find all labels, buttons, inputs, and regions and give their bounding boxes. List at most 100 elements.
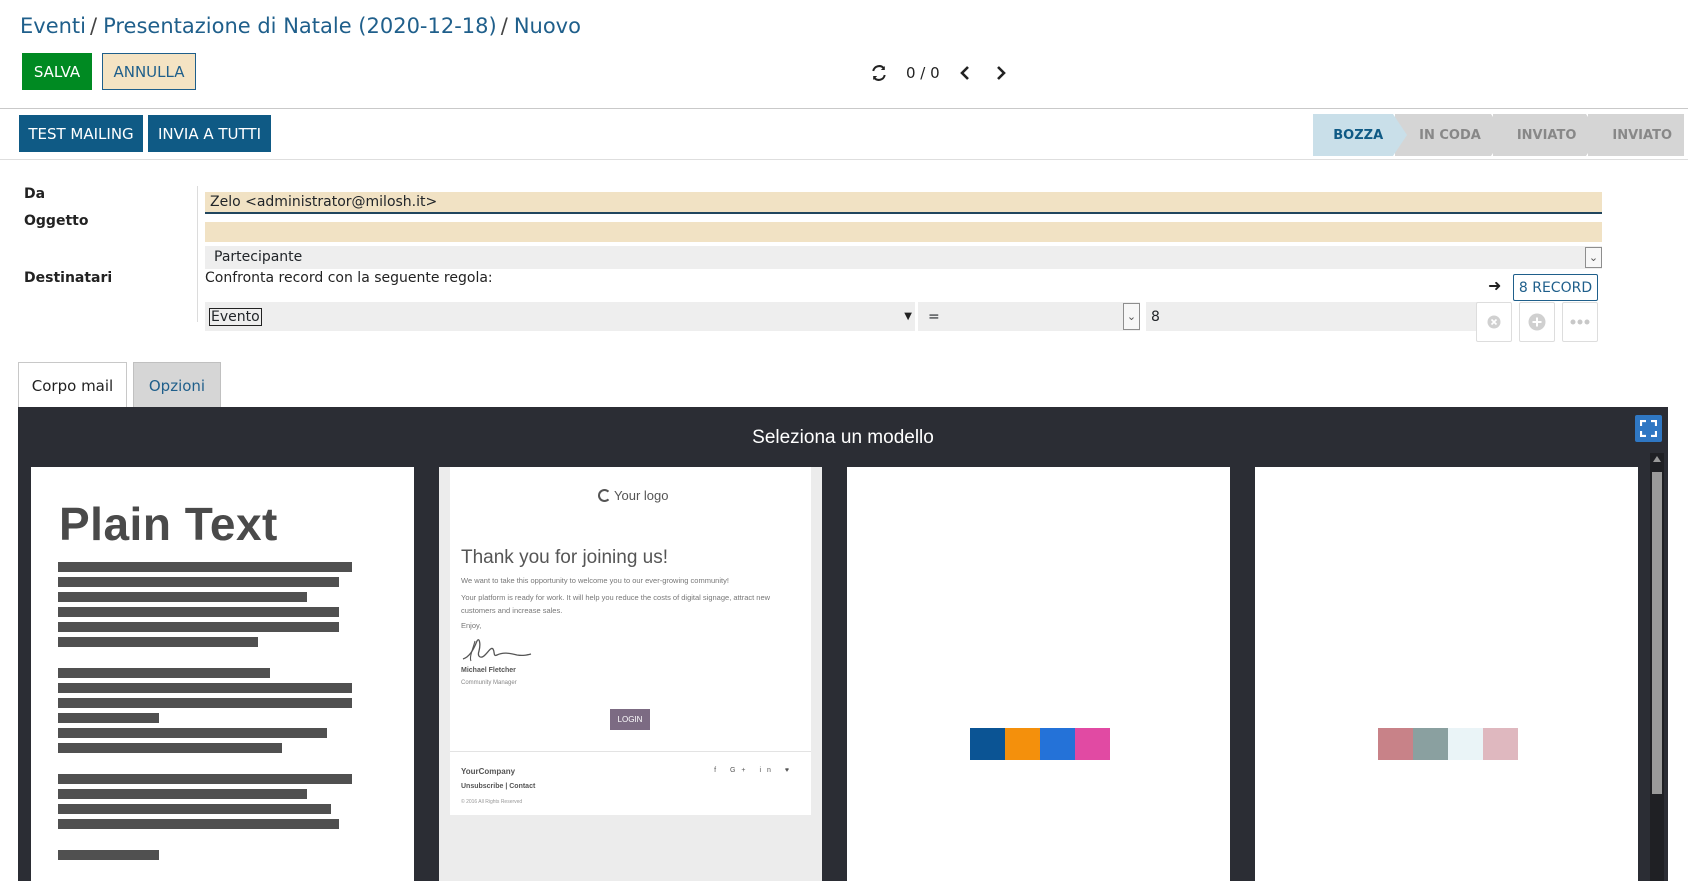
pager-counter: 0 / 0	[906, 64, 940, 82]
template-card-palette-2[interactable]	[1255, 467, 1638, 881]
scrollbar-thumb[interactable]	[1652, 472, 1662, 794]
palette-swatch	[1483, 728, 1518, 760]
breadcrumb-separator: /	[500, 14, 508, 38]
breadcrumb-events[interactable]: Eventi	[20, 14, 86, 38]
divider	[450, 751, 811, 752]
template-card-palette-1[interactable]	[847, 467, 1230, 881]
text-line	[58, 789, 307, 799]
subject-label: Oggetto	[24, 213, 89, 229]
text-line	[58, 607, 339, 617]
status-step-sent[interactable]: INVIATO	[1492, 114, 1600, 156]
text-line	[58, 728, 327, 738]
refresh-icon[interactable]	[868, 62, 890, 84]
newsletter-paragraph: We want to take this opportunity to welc…	[461, 576, 729, 585]
social-icons: f G+ in ♥	[714, 767, 795, 774]
text-line	[58, 819, 339, 829]
signature-role: Community Manager	[461, 680, 517, 686]
text-line	[58, 562, 352, 572]
rule-operator-value: =	[928, 308, 940, 325]
template-selector-title: Seleziona un modello	[752, 427, 934, 448]
newsletter-preview: Your logo Thank you for joining us! We w…	[450, 467, 811, 815]
caret-down-icon[interactable]: ▼	[904, 311, 912, 322]
recipients-label: Destinatari	[24, 270, 113, 286]
send-all-button[interactable]: INVIA A TUTTI	[148, 115, 271, 152]
palette-swatch	[1005, 728, 1040, 760]
status-step-draft[interactable]: BOZZA	[1313, 114, 1407, 156]
template-card-newsletter[interactable]: Your logo Thank you for joining us! We w…	[439, 467, 822, 881]
add-rule-button[interactable]	[1519, 302, 1555, 342]
recipient-model-value: Partecipante	[214, 249, 303, 265]
status-step-queued[interactable]: IN CODA	[1395, 114, 1505, 156]
palette-swatch	[1075, 728, 1110, 760]
text-line	[58, 683, 352, 693]
signature-name: Michael Fletcher	[461, 667, 516, 674]
status-bar: BOZZA IN CODA INVIATO INVIATO	[1313, 114, 1684, 156]
text-line	[58, 592, 307, 602]
text-line	[58, 637, 258, 647]
ellipsis-icon	[1570, 319, 1590, 325]
rule-operator-select[interactable]: = ⌄	[918, 302, 1140, 331]
palette-swatch	[1448, 728, 1483, 760]
newsletter-login-button: LOGIN	[610, 709, 650, 730]
test-mailing-button[interactable]: TEST MAILING	[19, 115, 143, 152]
close-circle-icon	[1487, 315, 1501, 329]
text-line	[58, 743, 282, 753]
palette-swatch	[1413, 728, 1448, 760]
divider	[197, 186, 198, 322]
delete-rule-button[interactable]	[1476, 302, 1512, 342]
color-palette	[970, 728, 1110, 760]
newsletter-logo: Your logo	[598, 488, 668, 503]
newsletter-paragraph: Enjoy,	[461, 621, 482, 630]
plain-text-title: Plain Text	[59, 498, 278, 550]
newsletter-heading: Thank you for joining us!	[461, 547, 669, 568]
text-line	[58, 774, 352, 784]
divider	[0, 159, 1688, 160]
breadcrumb-current: Nuovo	[513, 14, 581, 38]
chevron-right-icon[interactable]	[990, 62, 1012, 84]
newsletter-copyright: © 2016 All Rights Reserved	[461, 799, 523, 805]
scroll-up-icon[interactable]	[1653, 456, 1661, 462]
palette-swatch	[1040, 728, 1075, 760]
rule-field-select[interactable]: Evento ▼	[205, 302, 915, 331]
palette-swatch	[1378, 728, 1413, 760]
text-line	[58, 698, 352, 708]
arrow-right-icon: ➜	[1488, 276, 1502, 295]
plus-circle-icon	[1528, 313, 1546, 331]
template-card-plain-text[interactable]: Plain Text	[31, 467, 414, 881]
chevron-left-icon[interactable]	[954, 62, 976, 84]
more-options-button[interactable]	[1562, 302, 1598, 342]
signature-icon	[462, 639, 532, 662]
palette-swatch	[970, 728, 1005, 760]
newsletter-links: Unsubscribe | Contact	[461, 783, 536, 790]
breadcrumb: Eventi / Presentazione di Natale (2020-12-…	[20, 14, 581, 38]
text-line	[58, 713, 159, 723]
from-field[interactable]: Zelo <administrator@milosh.it>	[205, 192, 1602, 214]
breadcrumb-separator: /	[90, 14, 98, 38]
tab-mail-body[interactable]: Corpo mail	[18, 362, 127, 408]
logo-icon	[598, 489, 611, 502]
rule-field-value: Evento	[209, 307, 262, 326]
rule-text: Confronta record con la seguente regola:	[205, 270, 493, 286]
text-line	[58, 622, 339, 632]
newsletter-company: YourCompany	[461, 767, 516, 776]
breadcrumb-event[interactable]: Presentazione di Natale (2020-12-18)	[103, 14, 497, 38]
fullscreen-icon[interactable]	[1635, 415, 1662, 442]
cancel-button[interactable]: ANNULLA	[102, 53, 196, 90]
scrollbar[interactable]	[1650, 453, 1664, 881]
records-button[interactable]: 8 RECORD	[1513, 274, 1598, 301]
pager: 0 / 0	[868, 60, 1026, 86]
divider	[0, 108, 1688, 109]
text-line	[58, 668, 270, 678]
chevron-down-icon[interactable]: ⌄	[1123, 303, 1140, 330]
newsletter-paragraph: Your platform is ready for work. It will…	[461, 593, 771, 615]
from-label: Da	[24, 186, 46, 202]
status-step-sent-2[interactable]: INVIATO	[1588, 114, 1684, 156]
text-line	[58, 577, 339, 587]
recipient-model-select[interactable]: Partecipante ⌄	[205, 246, 1602, 269]
tab-options[interactable]: Opzioni	[133, 362, 221, 408]
color-palette	[1378, 728, 1518, 760]
chevron-down-icon[interactable]: ⌄	[1585, 247, 1602, 268]
save-button[interactable]: SALVA	[22, 53, 92, 90]
subject-field[interactable]	[205, 222, 1602, 242]
rule-value-input[interactable]: 8	[1146, 302, 1481, 331]
